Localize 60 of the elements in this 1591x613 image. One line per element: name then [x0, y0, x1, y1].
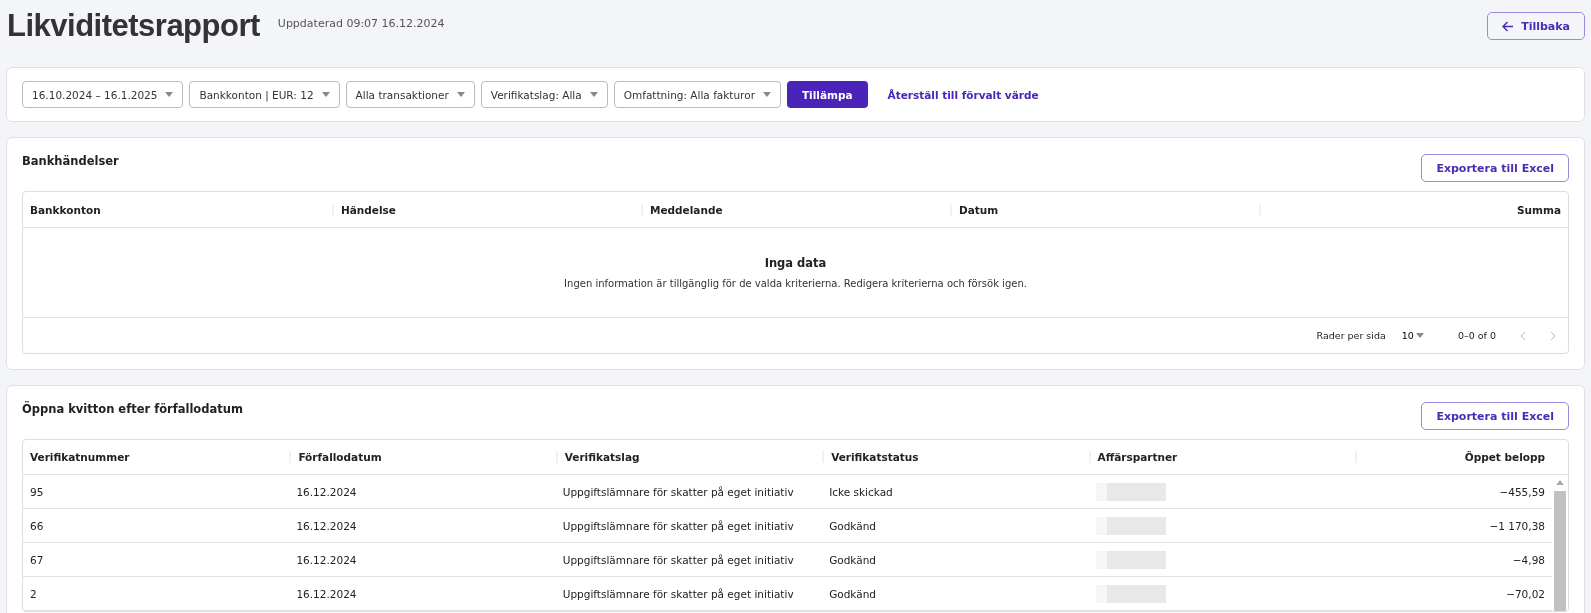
section-title: Öppna kvitton efter förfallodatum	[22, 402, 243, 416]
filter-dropdown[interactable]: 16.10.2024 – 16.1.2025	[22, 81, 184, 108]
column-header: Datum	[950, 203, 1259, 216]
table-cell-text: 16.12.2024	[295, 553, 358, 566]
column-header: Verifikatnummer	[29, 451, 131, 463]
rows-per-page-label: Rader per sida	[1316, 330, 1386, 341]
section-title: Bankhändelser	[22, 154, 119, 168]
column-header: Affärspartner	[1088, 451, 1355, 463]
scroll-up-arrow-icon[interactable]	[1556, 479, 1564, 487]
caret-icon	[456, 92, 465, 97]
apply-button[interactable]: Tillämpa	[786, 81, 868, 108]
caret-icon	[1415, 333, 1424, 338]
table-cell-text: Uppgiftslämnare för skatter på eget initiativ	[561, 553, 795, 566]
chevron-right-icon[interactable]	[1550, 330, 1556, 341]
arrow-left-icon	[1502, 20, 1515, 32]
table-cell-text: Godkänd	[828, 553, 877, 566]
empty-title: Inga data	[764, 256, 827, 270]
back-button[interactable]: Tillbaka	[1487, 12, 1585, 40]
updated-timestamp: Uppdaterad 09:07 16.12.2024	[277, 16, 445, 30]
table-cell-text: −70,02	[1505, 587, 1546, 600]
caret-icon	[762, 92, 771, 97]
column-header: Verifikatstatus	[822, 451, 1089, 463]
column-header: Öppet belopp	[1354, 451, 1552, 463]
table-cell-text: −1 170,38	[1488, 519, 1546, 532]
reset-link[interactable]: Återställ till förvalt värde	[887, 88, 1039, 101]
table-cell-text: Uppgiftslämnare för skatter på eget initiativ	[561, 485, 795, 498]
caret-icon	[321, 92, 330, 97]
table-cell-text: 2	[29, 587, 38, 600]
table-cell-text: Uppgiftslämnare för skatter på eget initiativ	[561, 519, 795, 532]
filter-dropdown[interactable]: Verifikatslag: Alla	[480, 81, 608, 108]
empty-message: Ingen information är tillgänglig för de valda kriterierna. Redigera kriterierna och försök igen.	[564, 278, 1027, 289]
table-cell-text: 66	[29, 519, 45, 532]
table-cell-text: 16.12.2024	[295, 485, 358, 498]
export-button[interactable]: Exportera till Excel	[1421, 402, 1569, 430]
table-cell-text: 67	[29, 553, 45, 566]
table-cell-text: Icke skickad	[828, 485, 894, 498]
table-cell-text: −4,98	[1511, 553, 1546, 566]
caret-icon	[165, 92, 174, 97]
column-header: Förfallodatum	[289, 451, 556, 463]
table-cell-text: −455,59	[1498, 485, 1546, 498]
column-header: Händelse	[332, 203, 641, 216]
column-header: Meddelande	[641, 203, 950, 216]
table-cell-text: Uppgiftslämnare för skatter på eget initiativ	[561, 587, 795, 600]
filter-dropdown[interactable]: Alla transaktioner	[345, 81, 475, 108]
column-header: Verifikatslag	[555, 451, 823, 463]
column-header: Bankkonton	[29, 203, 102, 216]
export-button[interactable]: Exportera till Excel	[1421, 154, 1569, 182]
caret-icon	[589, 92, 598, 97]
table-cell-text: 16.12.2024	[295, 519, 358, 532]
rows-per-page-select[interactable]: 10	[1395, 329, 1430, 342]
page-range: 0–0 of 0	[1457, 330, 1496, 341]
table-cell-text: Godkänd	[828, 587, 877, 600]
filter-dropdown[interactable]: Omfattning: Alla fakturor	[613, 81, 781, 108]
column-header: Summa	[1259, 203, 1568, 216]
page-title: Likviditetsrapport	[7, 8, 260, 44]
table-cell-text: Godkänd	[828, 519, 877, 532]
filter-dropdown[interactable]: Bankkonton | EUR: 12	[189, 81, 340, 108]
chevron-left-icon[interactable]	[1520, 330, 1526, 341]
table-cell-text: 16.12.2024	[295, 587, 358, 600]
table-cell-text: 95	[29, 485, 45, 498]
